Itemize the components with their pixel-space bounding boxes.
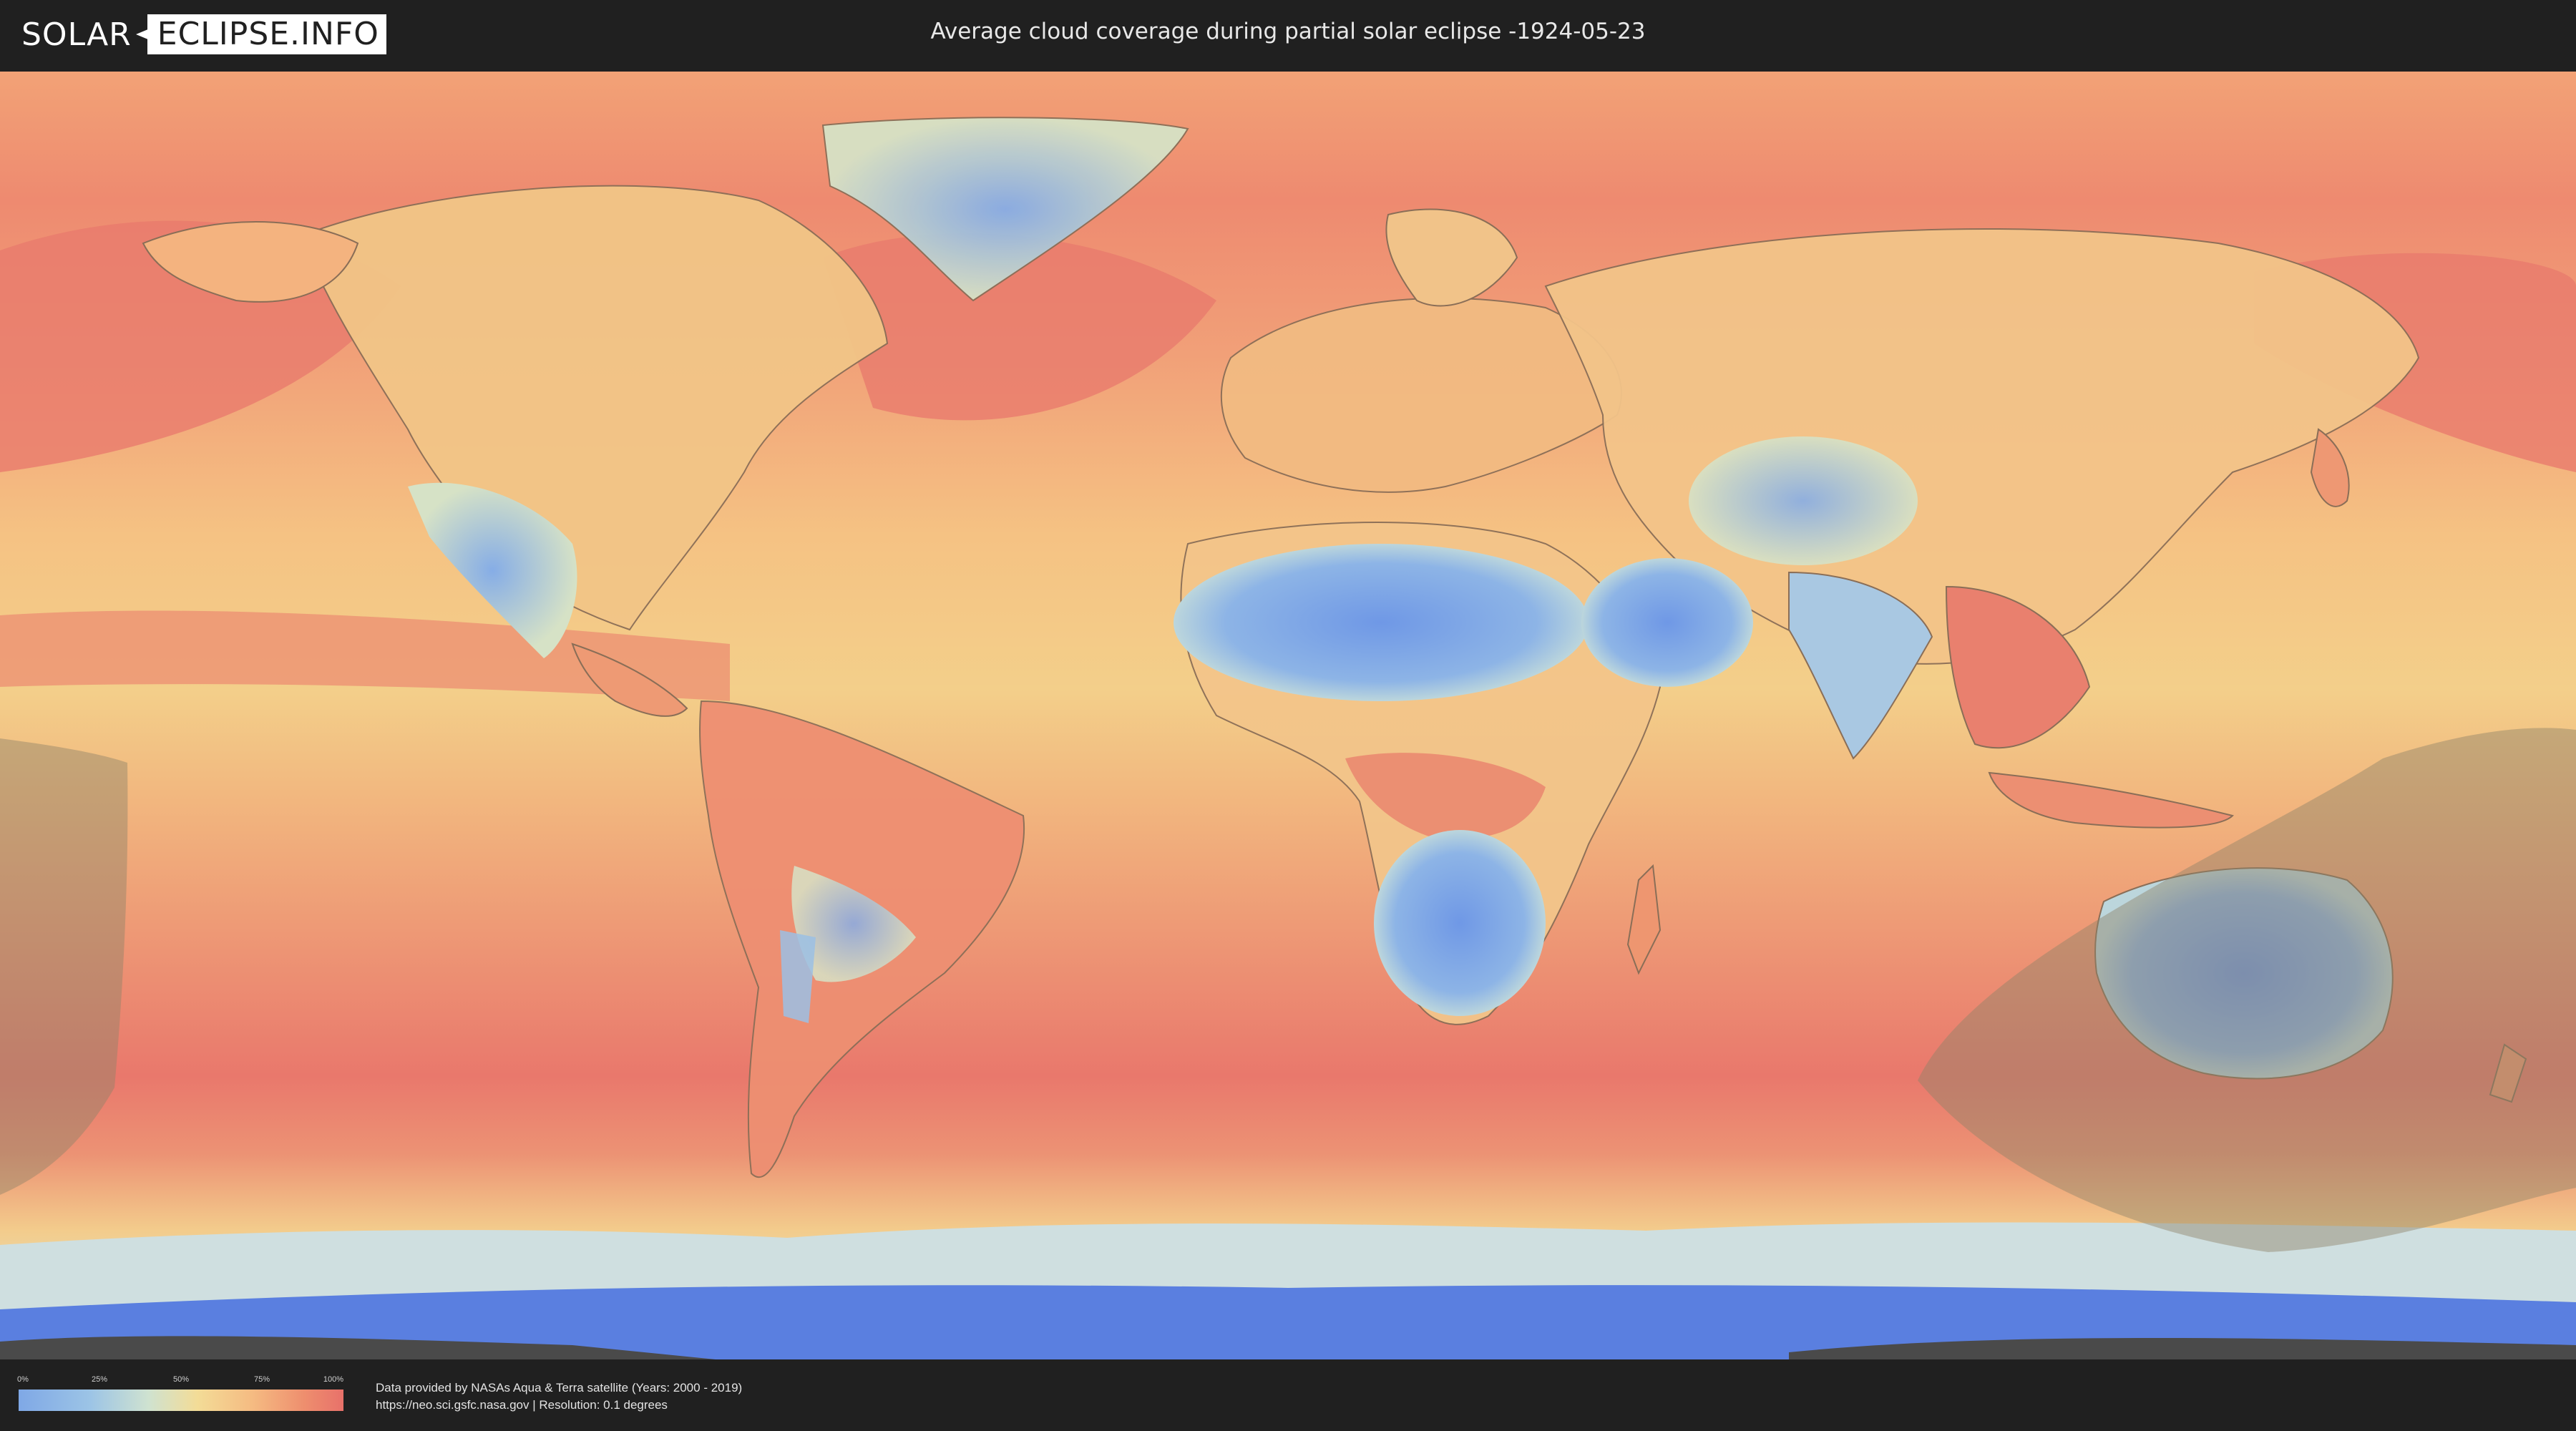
land-central-asia-dry [1689, 436, 1918, 565]
land-arabia-dry [1581, 558, 1753, 687]
footer: 0% 25% 50% 75% 100% Data provided by NAS… [0, 1359, 2576, 1431]
legend-tick-50: 50% [172, 1375, 190, 1384]
page-title: Average cloud coverage during partial so… [930, 19, 1646, 44]
data-credits: Data provided by NASAs Aqua & Terra sate… [376, 1379, 742, 1414]
credit-line-source: Data provided by NASAs Aqua & Terra sate… [376, 1381, 743, 1395]
legend-color-bar [19, 1390, 343, 1411]
legend-ticks: 0% 25% 50% 75% 100% [17, 1375, 344, 1388]
cloud-coverage-map[interactable] [0, 72, 2576, 1359]
app-window: SOLAR ECLIPSE.INFO Average cloud coverag… [0, 0, 2576, 1431]
land-southern-africa-dry [1374, 830, 1546, 1016]
map-frame [0, 72, 2576, 1359]
land-sahara-dry [1174, 544, 1589, 701]
cloud-coverage-legend: 0% 25% 50% 75% 100% [17, 1375, 344, 1411]
legend-tick-25: 25% [91, 1375, 108, 1384]
credit-line-resolution: https://neo.sci.gsfc.nasa.gov | Resoluti… [376, 1398, 668, 1412]
legend-tick-100: 100% [323, 1375, 344, 1384]
header: SOLAR ECLIPSE.INFO Average cloud coverag… [0, 0, 2576, 72]
legend-tick-75: 75% [253, 1375, 270, 1384]
legend-tick-0: 0% [17, 1375, 29, 1384]
